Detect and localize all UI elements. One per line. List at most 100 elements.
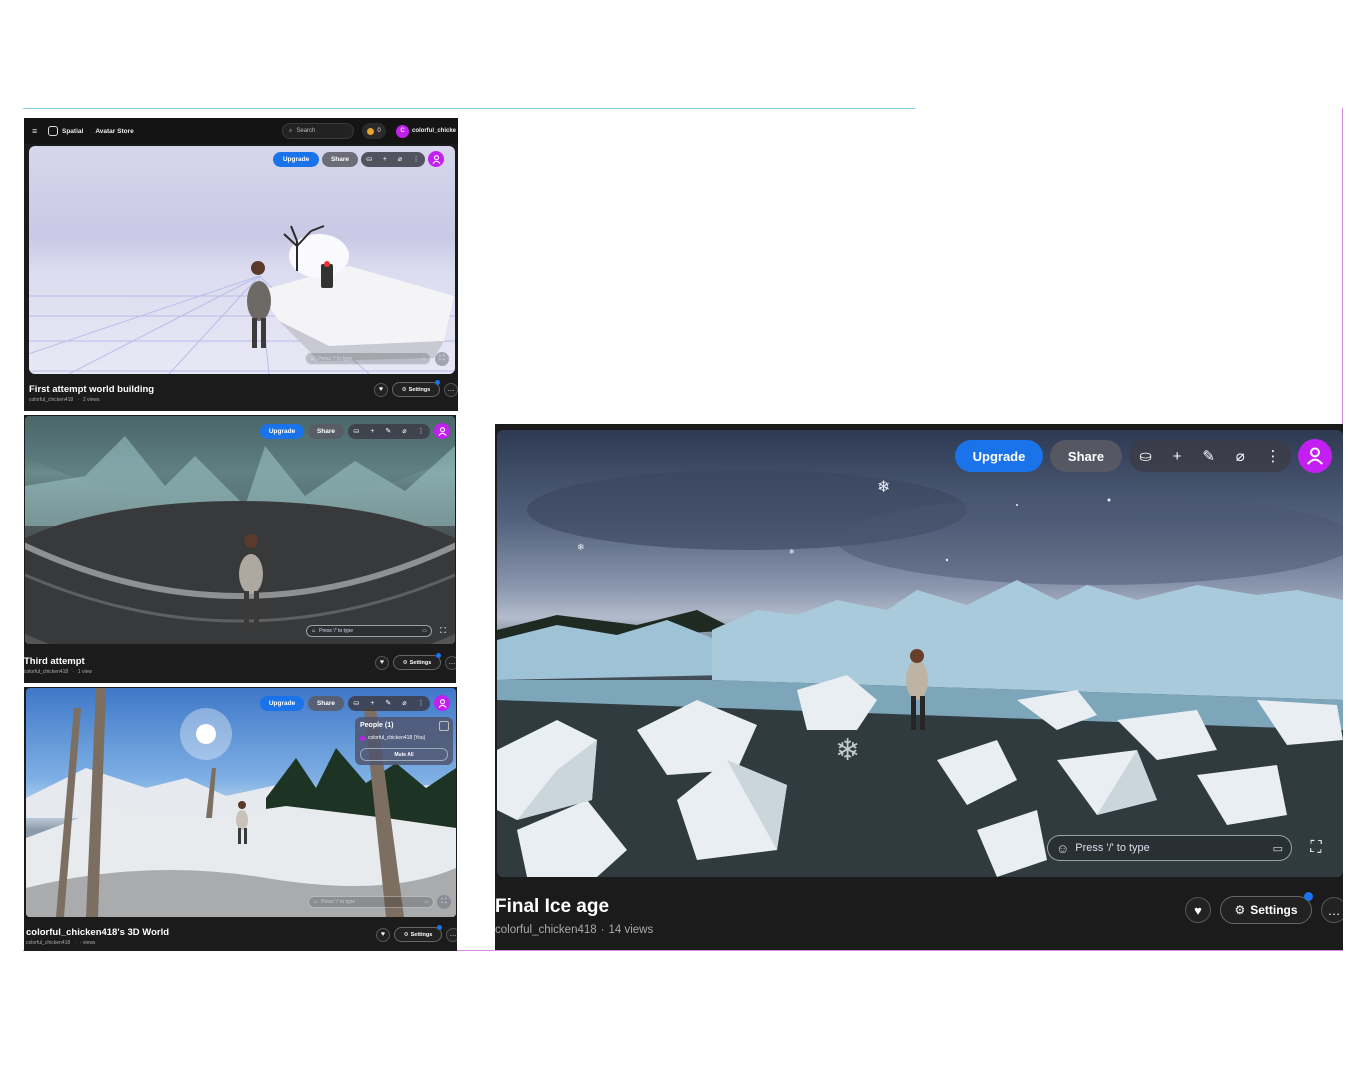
- gear-icon: ⚙: [402, 659, 408, 666]
- more-options-button[interactable]: …: [446, 927, 457, 942]
- settings-button[interactable]: ⚙ Settings: [394, 925, 442, 942]
- world-card-1: ≡ Spatial Avatar Store ⌕ Search 0 C colo…: [24, 118, 458, 411]
- world-title-2[interactable]: Third attempt: [24, 656, 85, 667]
- world-title-4[interactable]: Final Ice age: [495, 896, 609, 918]
- profile-button[interactable]: [434, 423, 450, 439]
- share-button[interactable]: Share: [322, 151, 358, 167]
- viewport-toolbar: Upgrade Share ⛀ + ✎ ⌀ ⋮: [955, 439, 1332, 473]
- profile-button[interactable]: [1298, 439, 1332, 473]
- search-placeholder: Search: [296, 128, 316, 134]
- heart-icon: ♥: [378, 386, 384, 393]
- world-meta-1: colorful_chicken418 · 2 views: [29, 397, 100, 403]
- settings-button[interactable]: ⚙ Settings: [1220, 892, 1313, 924]
- more-options-button[interactable]: …: [1321, 897, 1343, 923]
- world-owner-3[interactable]: colorful_chicken418: [26, 940, 70, 946]
- more-vertical-icon[interactable]: ⋮: [413, 155, 420, 163]
- world-viewport-3[interactable]: Upgrade Share ⛀ + ✎ ⌀ ⋮ People (1) colorfu…: [26, 688, 456, 917]
- plus-icon[interactable]: +: [370, 700, 374, 707]
- more-options-button[interactable]: …: [445, 655, 456, 670]
- pencil-icon[interactable]: ✎: [1202, 447, 1215, 465]
- fullscreen-button[interactable]: ⛶: [436, 624, 450, 638]
- settings-label: Settings: [410, 931, 433, 938]
- like-button[interactable]: ♥: [1185, 897, 1211, 923]
- mic-off-icon[interactable]: ⌀: [398, 155, 402, 163]
- coin-count: 0: [377, 128, 381, 134]
- settings-button[interactable]: ⚙ Settings: [392, 380, 440, 397]
- pencil-icon[interactable]: ✎: [385, 699, 391, 707]
- emoji-icon: ☺: [310, 355, 316, 362]
- viewport-toolbar: Upgrade Share ⛀ + ✎ ⌀ ⋮: [260, 695, 450, 711]
- mic-off-icon[interactable]: ⌀: [402, 699, 406, 707]
- more-vertical-icon[interactable]: ⋮: [1266, 447, 1281, 465]
- plus-icon[interactable]: +: [370, 428, 374, 435]
- share-button[interactable]: Share: [1050, 440, 1122, 472]
- more-vertical-icon[interactable]: ⋮: [417, 427, 424, 435]
- world-title-3[interactable]: colorful_chicken418's 3D World: [26, 927, 169, 938]
- chat-input[interactable]: ☺ Press '/' to type ▭: [306, 625, 432, 637]
- world-owner-2[interactable]: colorful_chicken418: [24, 669, 68, 675]
- profile-button[interactable]: [428, 151, 444, 167]
- menu-icon[interactable]: ≡: [32, 126, 42, 136]
- like-button[interactable]: ♥: [375, 655, 389, 670]
- top-nav: ≡ Spatial Avatar Store ⌕ Search 0 C colo…: [24, 118, 458, 144]
- fullscreen-button[interactable]: ⛶: [1303, 835, 1329, 861]
- coin-balance[interactable]: 0: [362, 123, 386, 139]
- more-vertical-icon[interactable]: ⋮: [417, 699, 424, 707]
- plus-icon[interactable]: +: [383, 156, 387, 163]
- like-button[interactable]: ♥: [374, 382, 388, 397]
- upgrade-button[interactable]: Upgrade: [260, 695, 304, 711]
- world-views-2: 1 view: [77, 669, 93, 675]
- search-input[interactable]: ⌕ Search: [282, 123, 354, 139]
- fullscreen-icon: ⛶: [441, 898, 447, 905]
- fullscreen-button[interactable]: ⛶: [435, 352, 449, 366]
- fullscreen-icon: ⛶: [439, 355, 445, 362]
- world-viewport-2[interactable]: Upgrade Share ⛀ + ✎ ⌀ ⋮ ☺ Press '/' to typ…: [25, 416, 455, 644]
- gear-icon: ⚙: [403, 931, 409, 938]
- settings-button[interactable]: ⚙ Settings: [393, 653, 441, 670]
- world-title-1[interactable]: First attempt world building: [29, 384, 154, 395]
- guide-line-top: [23, 108, 915, 109]
- fullscreen-button[interactable]: ⛶: [437, 895, 451, 909]
- close-icon[interactable]: [439, 721, 449, 731]
- world-card-3: Upgrade Share ⛀ + ✎ ⌀ ⋮ People (1) colorfu…: [24, 687, 457, 951]
- upgrade-button[interactable]: Upgrade: [273, 151, 319, 167]
- mic-off-icon[interactable]: ⌀: [402, 427, 406, 435]
- backpack-icon[interactable]: ⛀: [353, 427, 359, 435]
- like-button[interactable]: ♥: [376, 927, 390, 942]
- plus-icon[interactable]: +: [1173, 448, 1182, 465]
- chat-input[interactable]: ☺ Press '/' to type ▭: [305, 352, 431, 365]
- share-button[interactable]: Share: [308, 695, 344, 711]
- upgrade-button[interactable]: Upgrade: [955, 440, 1043, 472]
- people-row[interactable]: colorful_chicken418 (You): [360, 735, 425, 741]
- profile-button[interactable]: [434, 695, 450, 711]
- user-icon: [431, 154, 441, 164]
- chat-input[interactable]: ☺ Press '/' to type ▭: [1047, 835, 1292, 861]
- share-button[interactable]: Share: [308, 423, 344, 439]
- world-viewport-1[interactable]: Upgrade Share ⛀ + ⌀ ⋮ ☺ Press '/' to type …: [29, 146, 455, 374]
- scene-art-1: [29, 225, 455, 374]
- backpack-icon[interactable]: ⛀: [366, 155, 372, 163]
- people-title: People (1): [360, 722, 394, 729]
- pencil-icon[interactable]: ✎: [385, 427, 391, 435]
- backpack-icon[interactable]: ⛀: [353, 699, 359, 707]
- chat-input[interactable]: ☺ Press '/' to type ▭: [308, 896, 434, 908]
- nav-avatar-store[interactable]: Avatar Store: [95, 128, 133, 135]
- world-owner-1[interactable]: colorful_chicken418: [29, 397, 73, 403]
- world-owner-4[interactable]: colorful_chicken418: [495, 924, 597, 936]
- world-card-2: Upgrade Share ⛀ + ✎ ⌀ ⋮ ☺ Press '/' to typ…: [24, 415, 456, 683]
- world-views-3: - views: [79, 940, 96, 946]
- world-viewport-4[interactable]: ❄ ❄ ❄ ❄ Upgrade Share ⛀ + ✎ ⌀ ⋮ ☺ Press …: [497, 430, 1343, 877]
- brand-name[interactable]: Spatial: [62, 128, 83, 135]
- mute-all-button[interactable]: Mute All: [360, 748, 448, 761]
- more-options-button[interactable]: …: [444, 382, 458, 397]
- world-meta-2: colorful_chicken418 · 1 view: [24, 669, 93, 675]
- people-panel: People (1) colorful_chicken418 (You) Mut…: [355, 717, 453, 765]
- user-menu[interactable]: C colorful_chicke: [396, 123, 456, 139]
- spatial-logo-icon[interactable]: [48, 126, 58, 136]
- backpack-icon[interactable]: ⛀: [1139, 447, 1152, 465]
- more-horizontal-icon: …: [448, 659, 456, 666]
- upgrade-button[interactable]: Upgrade: [260, 423, 304, 439]
- fullscreen-icon: ⛶: [1310, 839, 1322, 856]
- world-actions-3: ♥ ⚙ Settings …: [376, 925, 457, 942]
- mic-off-icon[interactable]: ⌀: [1236, 447, 1245, 465]
